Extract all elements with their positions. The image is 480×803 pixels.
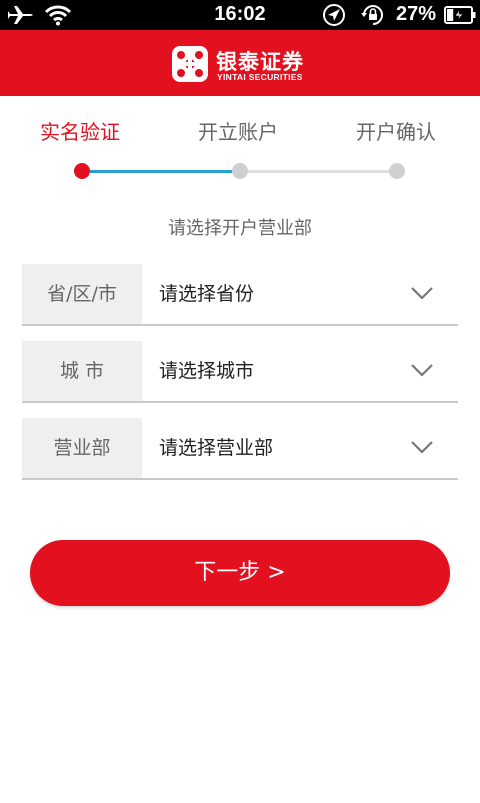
city-label: 城 市 (22, 341, 142, 401)
step-label-open-account: 开立账户 (198, 120, 278, 144)
form-subtitle: 请选择开户营业部 (168, 218, 312, 239)
province-label: 省/区/市 (22, 264, 142, 324)
step-dot-confirm (389, 163, 405, 179)
province-select[interactable]: 省/区/市 请选择省份 (22, 264, 458, 326)
location-services-icon (323, 4, 345, 26)
progress-track-completed (90, 170, 232, 173)
chevron-down-icon[interactable] (410, 284, 434, 302)
branch-value[interactable]: 请选择营业部 (159, 418, 273, 478)
step-label-verify: 实名验证 (40, 120, 120, 144)
rotation-lock-icon (361, 5, 383, 25)
battery-percentage: 27% (396, 3, 437, 25)
brand-logo: 银泰证券 YINTAI SECURITIES (172, 44, 332, 84)
chevron-down-icon[interactable] (410, 361, 434, 379)
branch-label: 营业部 (22, 418, 142, 478)
city-select[interactable]: 城 市 请选择城市 (22, 341, 458, 403)
app-header: 银泰证券 YINTAI SECURITIES (0, 30, 480, 96)
step-progress: 实名验证 开立账户 开户确认 (0, 96, 480, 196)
step-dot-verify (74, 163, 90, 179)
progress-track-remaining (248, 170, 390, 173)
city-value[interactable]: 请选择城市 (159, 341, 254, 401)
battery-icon (444, 6, 476, 24)
yintai-logo-icon (172, 46, 208, 82)
brand-name-en: YINTAI SECURITIES (217, 72, 303, 82)
chevron-down-icon[interactable] (410, 438, 434, 456)
step-label-confirm: 开户确认 (356, 120, 436, 144)
province-value[interactable]: 请选择省份 (159, 264, 254, 324)
step-dot-open-account (232, 163, 248, 179)
branch-select[interactable]: 营业部 请选择营业部 (22, 418, 458, 480)
status-bar: 16:02 27% (0, 0, 480, 30)
next-step-button[interactable]: 下一步 > (30, 540, 450, 606)
